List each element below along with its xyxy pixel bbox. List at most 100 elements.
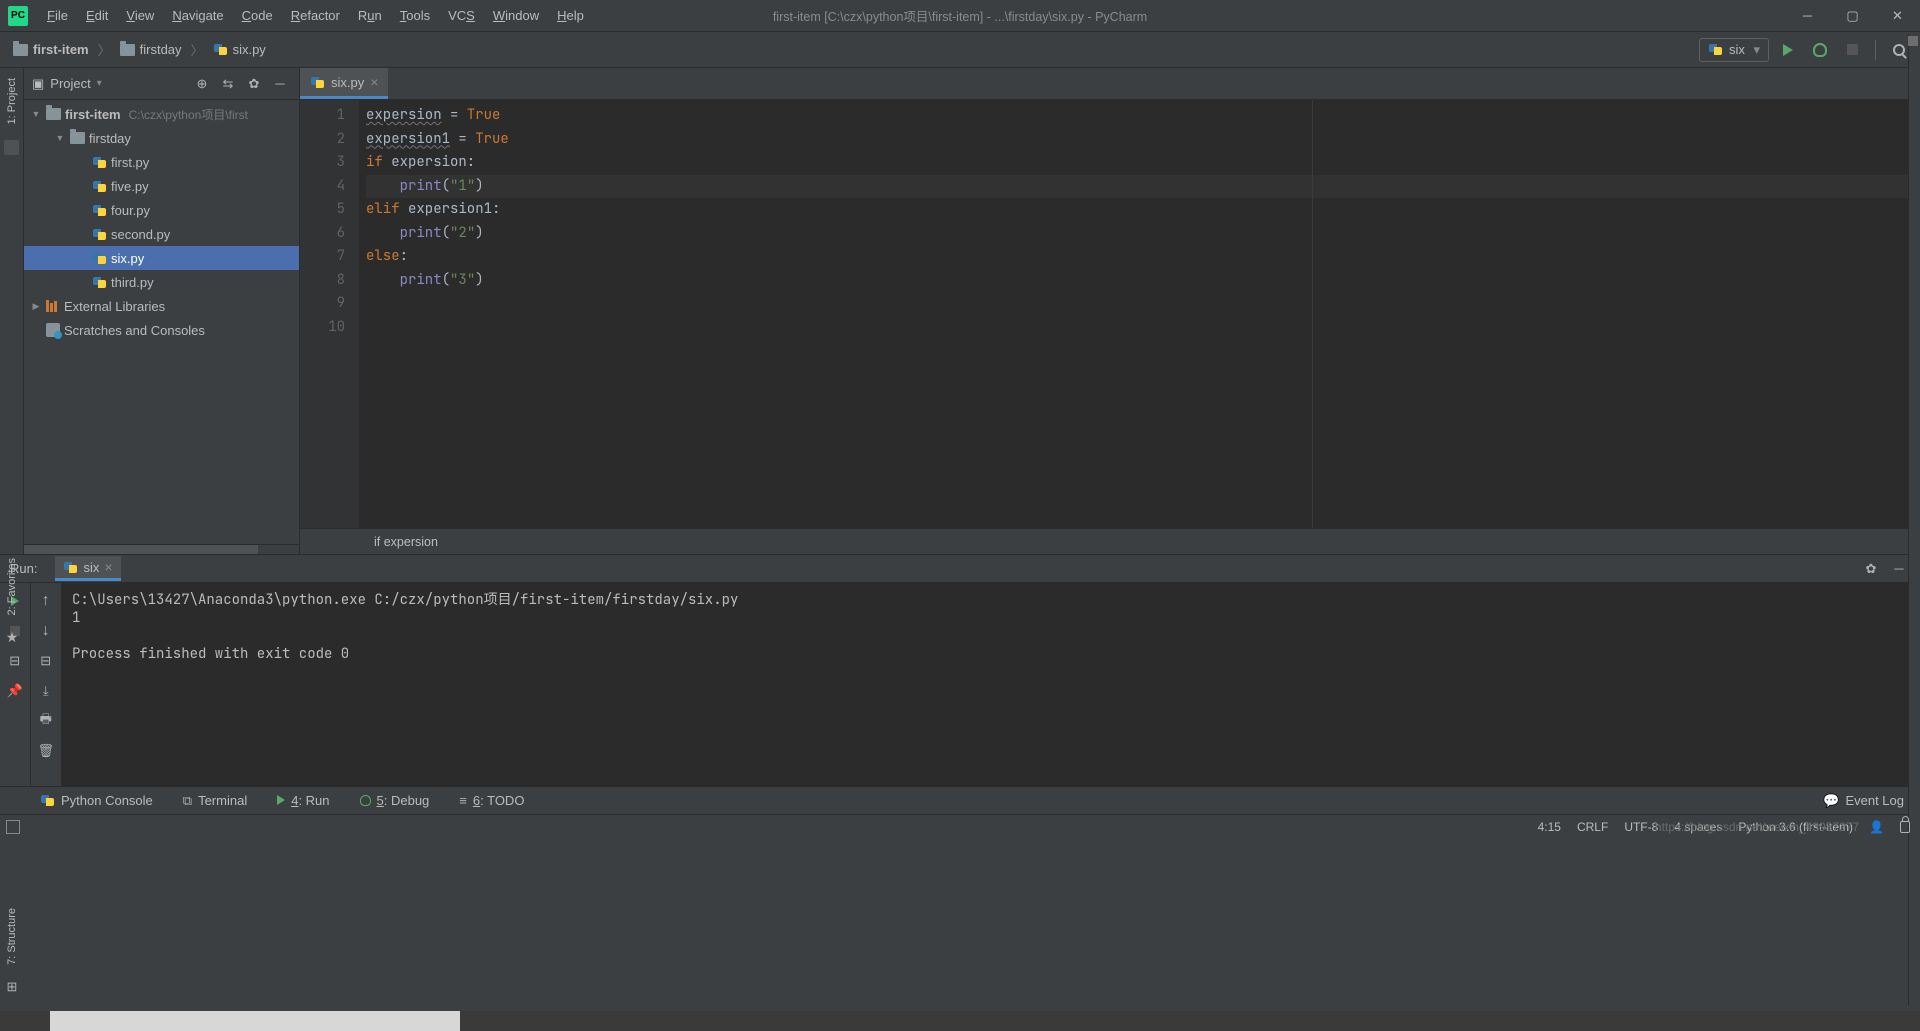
breadcrumb-file[interactable]: six.py — [208, 39, 271, 60]
code-line[interactable]: print("2") — [366, 222, 1914, 246]
status-position[interactable]: 4:15 — [1538, 820, 1561, 834]
tree-file[interactable]: third.py — [24, 270, 299, 294]
down-button[interactable]: ↓ — [34, 619, 58, 643]
editor-scrollbar[interactable] — [1908, 34, 1920, 1005]
clear-button[interactable]: 🗑 — [34, 739, 58, 763]
settings-button[interactable]: ✿ — [243, 73, 265, 95]
navigation-bar: first-item 〉 firstday 〉 six.py six ▾ — [0, 32, 1920, 68]
menu-run[interactable]: Run — [349, 2, 391, 29]
stop-button[interactable] — [1839, 37, 1865, 63]
print-button[interactable]: 🖶 — [34, 709, 58, 733]
menu-help[interactable]: Help — [548, 2, 593, 29]
editor-marker[interactable] — [1908, 36, 1918, 46]
code-line-current[interactable]: print("1") — [366, 175, 1914, 199]
terminal-icon: ⧉ — [183, 793, 192, 809]
code-line[interactable]: else: — [366, 245, 1914, 269]
separator — [1875, 40, 1876, 60]
run-tab[interactable]: six × — [55, 556, 120, 581]
code-area[interactable]: expersion = True expersion1 = True if ex… — [360, 100, 1920, 528]
menu-view[interactable]: View — [117, 2, 163, 29]
run-config-selector[interactable]: six ▾ — [1699, 38, 1769, 62]
code-line[interactable]: if expersion: — [366, 151, 1914, 175]
project-title[interactable]: Project — [50, 76, 90, 91]
collapse-button[interactable]: ⇆ — [217, 73, 239, 95]
status-left — [6, 820, 20, 834]
tool-structure[interactable]: 7: Structure — [4, 904, 20, 969]
run-button[interactable] — [1775, 37, 1801, 63]
up-button[interactable]: ↑ — [34, 589, 58, 613]
tab-terminal[interactable]: ⧉ Terminal — [177, 790, 253, 812]
menu-vcs[interactable]: VCS — [439, 2, 484, 29]
menu-navigate[interactable]: Navigate — [163, 2, 232, 29]
close-tab-button[interactable]: × — [370, 74, 378, 90]
chevron-down-icon[interactable]: ▼ — [54, 133, 66, 143]
breadcrumb-root[interactable]: first-item — [8, 39, 94, 60]
menu-file[interactable]: File — [38, 2, 77, 29]
lock-icon[interactable] — [1900, 821, 1910, 833]
tool-window-quick-access[interactable] — [6, 820, 20, 834]
tree-file-label: four.py — [111, 203, 150, 218]
layout-button[interactable]: ⊟ — [3, 649, 27, 673]
minimize-button[interactable]: ─ — [1785, 0, 1830, 32]
hide-button[interactable]: ─ — [269, 73, 291, 95]
tool-project[interactable]: 1: Project — [4, 74, 20, 128]
close-tab-button[interactable]: × — [104, 559, 112, 575]
editor-tab[interactable]: six.py × — [300, 68, 388, 99]
maximize-button[interactable]: ▢ — [1830, 0, 1875, 32]
tree-folder[interactable]: ▼ firstday — [24, 126, 299, 150]
pin-button[interactable]: 📌 — [3, 679, 27, 703]
menu-tools[interactable]: Tools — [391, 2, 439, 29]
debug-button[interactable] — [1807, 37, 1833, 63]
tree-ext-libs[interactable]: ▶ External Libraries — [24, 294, 299, 318]
code-line[interactable]: elif expersion1: — [366, 198, 1914, 222]
code-line[interactable]: expersion = True — [366, 104, 1914, 128]
chevron-down-icon[interactable]: ▾ — [97, 78, 102, 89]
status-encoding[interactable]: UTF-8 — [1624, 820, 1658, 834]
tab-todo[interactable]: ≡ 6: TODO — [453, 790, 530, 811]
tab-event-log[interactable]: 💬 Event Log — [1817, 790, 1910, 812]
tab-python-console[interactable]: Python Console — [34, 790, 159, 811]
chevron-right-icon[interactable]: ▶ — [30, 301, 42, 312]
menu-code[interactable]: Code — [233, 2, 282, 29]
tree-file-label: first.py — [111, 155, 149, 170]
tab-debug[interactable]: 5: Debug — [354, 790, 436, 811]
os-taskbar — [0, 1011, 1920, 1031]
soft-wrap-button[interactable]: ⊟ — [34, 649, 58, 673]
menu-window[interactable]: Window — [484, 2, 548, 29]
tree-root[interactable]: ▼ first-item C:\czx\python项目\first — [24, 102, 299, 126]
console-output[interactable]: C:\Users\13427\Anaconda3\python.exe C:/c… — [62, 583, 1920, 786]
locate-button[interactable]: ⊕ — [191, 73, 213, 95]
menu-refactor[interactable]: Refactor — [282, 2, 349, 29]
chevron-down-icon: ▾ — [1753, 42, 1760, 58]
tree-scratches[interactable]: Scratches and Consoles — [24, 318, 299, 342]
tool-stripe-icon[interactable] — [4, 140, 19, 155]
tree-file-selected[interactable]: six.py — [24, 246, 299, 270]
tool-favorites[interactable]: 2: Favorites — [4, 554, 20, 619]
code-line[interactable]: expersion1 = True — [366, 128, 1914, 152]
status-bar: 4:15 CRLF UTF-8 4 spaces Python 3.6 (fir… — [0, 814, 1920, 838]
tree-file[interactable]: second.py — [24, 222, 299, 246]
breadcrumb-folder[interactable]: firstday — [115, 39, 187, 60]
structure-icon: ⊞ — [7, 979, 18, 995]
code-line[interactable]: print("3") — [366, 269, 1914, 293]
project-tree[interactable]: ▼ first-item C:\czx\python项目\first ▼ fir… — [24, 100, 299, 544]
python-file-icon — [92, 251, 107, 266]
chevron-down-icon[interactable]: ▼ — [30, 109, 42, 119]
line-gutter: 1 2 3 4 5 6 7 8 9 10 — [300, 100, 360, 528]
line-number: 3 — [304, 151, 345, 175]
tree-file[interactable]: first.py — [24, 150, 299, 174]
close-button[interactable]: ✕ — [1875, 0, 1920, 32]
tree-scrollbar[interactable] — [24, 544, 299, 554]
tree-file[interactable]: five.py — [24, 174, 299, 198]
tab-run[interactable]: 4: Run — [271, 790, 335, 811]
tab-label: Python Console — [61, 793, 153, 808]
hide-button[interactable]: ─ — [1888, 558, 1910, 580]
settings-button[interactable]: ✿ — [1860, 558, 1882, 580]
scrollbar-thumb[interactable] — [24, 545, 258, 554]
menu-edit[interactable]: Edit — [77, 2, 117, 29]
scroll-end-button[interactable]: ⤓ — [34, 679, 58, 703]
status-inspection[interactable]: 👤 — [1869, 820, 1884, 834]
status-line-sep[interactable]: CRLF — [1577, 820, 1608, 834]
editor-body[interactable]: 1 2 3 4 5 6 7 8 9 10 expersion = True ex… — [300, 100, 1920, 528]
tree-file[interactable]: four.py — [24, 198, 299, 222]
